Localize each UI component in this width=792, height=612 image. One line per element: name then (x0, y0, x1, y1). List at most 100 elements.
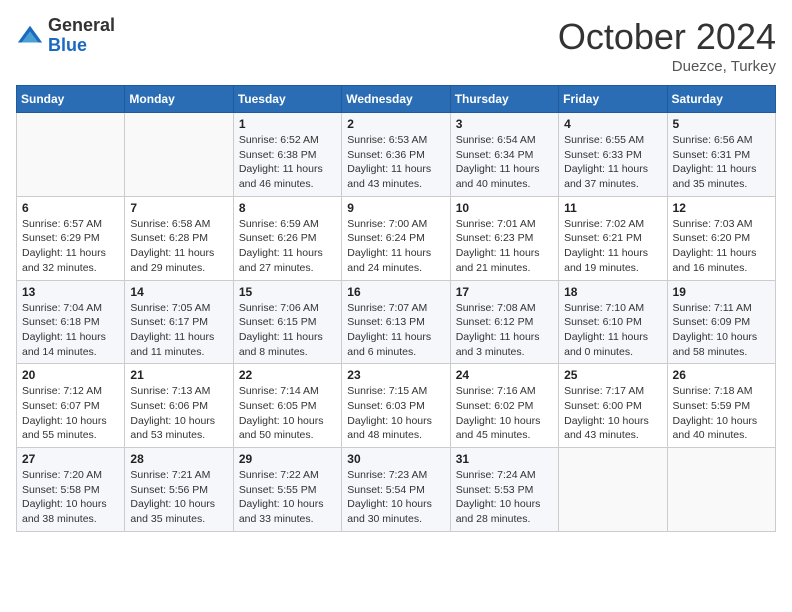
day-info: Sunrise: 6:58 AMSunset: 6:28 PMDaylight:… (130, 217, 227, 276)
day-info: Sunrise: 7:17 AMSunset: 6:00 PMDaylight:… (564, 384, 661, 443)
day-number: 16 (347, 285, 444, 299)
day-number: 17 (456, 285, 553, 299)
day-info: Sunrise: 6:52 AMSunset: 6:38 PMDaylight:… (239, 133, 336, 192)
calendar-cell: 7 Sunrise: 6:58 AMSunset: 6:28 PMDaylight… (125, 196, 233, 280)
calendar-cell: 1 Sunrise: 6:52 AMSunset: 6:38 PMDaylight… (233, 113, 341, 197)
day-number: 25 (564, 368, 661, 382)
calendar-cell: 22Sunrise: 7:14 AMSunset: 6:05 PMDayligh… (233, 364, 341, 448)
logo-blue-text: Blue (48, 36, 115, 56)
day-info: Sunrise: 7:03 AMSunset: 6:20 PMDaylight:… (673, 217, 770, 276)
calendar-week-row: 1 Sunrise: 6:52 AMSunset: 6:38 PMDaylight… (17, 113, 776, 197)
calendar-table: SundayMondayTuesdayWednesdayThursdayFrid… (16, 85, 776, 532)
day-info: Sunrise: 7:23 AMSunset: 5:54 PMDaylight:… (347, 468, 444, 527)
calendar-cell: 12 Sunrise: 7:03 AMSunset: 6:20 PMDayligh… (667, 196, 775, 280)
day-info: Sunrise: 7:02 AMSunset: 6:21 PMDaylight:… (564, 217, 661, 276)
calendar-cell (125, 113, 233, 197)
page-header: General Blue October 2024 Duezce, Turkey (16, 16, 776, 75)
calendar-cell: 13 Sunrise: 7:04 AMSunset: 6:18 PMDayligh… (17, 280, 125, 364)
calendar-cell (559, 448, 667, 532)
calendar-body: 1 Sunrise: 6:52 AMSunset: 6:38 PMDaylight… (17, 113, 776, 532)
day-number: 20 (22, 368, 119, 382)
day-number: 19 (673, 285, 770, 299)
day-number: 3 (456, 117, 553, 131)
calendar-cell: 10 Sunrise: 7:01 AMSunset: 6:23 PMDayligh… (450, 196, 558, 280)
calendar-cell: 24Sunrise: 7:16 AMSunset: 6:02 PMDayligh… (450, 364, 558, 448)
calendar-cell: 27 Sunrise: 7:20 AMSunset: 5:58 PMDayligh… (17, 448, 125, 532)
day-info: Sunrise: 7:01 AMSunset: 6:23 PMDaylight:… (456, 217, 553, 276)
day-info: Sunrise: 7:11 AMSunset: 6:09 PMDaylight:… (673, 301, 770, 360)
day-number: 9 (347, 201, 444, 215)
day-info: Sunrise: 7:04 AMSunset: 6:18 PMDaylight:… (22, 301, 119, 360)
logo-general-text: General (48, 16, 115, 36)
calendar-cell: 20Sunrise: 7:12 AMSunset: 6:07 PMDayligh… (17, 364, 125, 448)
calendar-cell: 11Sunrise: 7:02 AMSunset: 6:21 PMDayligh… (559, 196, 667, 280)
calendar-cell: 21Sunrise: 7:13 AMSunset: 6:06 PMDayligh… (125, 364, 233, 448)
day-info: Sunrise: 7:18 AMSunset: 5:59 PMDaylight:… (673, 384, 770, 443)
calendar-cell: 3Sunrise: 6:54 AMSunset: 6:34 PMDaylight… (450, 113, 558, 197)
day-number: 13 (22, 285, 119, 299)
weekday-header-tuesday: Tuesday (233, 86, 341, 113)
calendar-cell: 26 Sunrise: 7:18 AMSunset: 5:59 PMDayligh… (667, 364, 775, 448)
weekday-header-friday: Friday (559, 86, 667, 113)
calendar-cell: 5 Sunrise: 6:56 AMSunset: 6:31 PMDaylight… (667, 113, 775, 197)
weekday-header-monday: Monday (125, 86, 233, 113)
day-number: 30 (347, 452, 444, 466)
calendar-cell: 28Sunrise: 7:21 AMSunset: 5:56 PMDayligh… (125, 448, 233, 532)
weekday-header-saturday: Saturday (667, 86, 775, 113)
calendar-header: SundayMondayTuesdayWednesdayThursdayFrid… (17, 86, 776, 113)
day-number: 12 (673, 201, 770, 215)
weekday-header-wednesday: Wednesday (342, 86, 450, 113)
logo: General Blue (16, 16, 115, 56)
calendar-cell: 16Sunrise: 7:07 AMSunset: 6:13 PMDayligh… (342, 280, 450, 364)
day-number: 10 (456, 201, 553, 215)
day-number: 24 (456, 368, 553, 382)
day-info: Sunrise: 7:00 AMSunset: 6:24 PMDaylight:… (347, 217, 444, 276)
calendar-cell: 30 Sunrise: 7:23 AMSunset: 5:54 PMDayligh… (342, 448, 450, 532)
day-number: 14 (130, 285, 227, 299)
day-info: Sunrise: 7:05 AMSunset: 6:17 PMDaylight:… (130, 301, 227, 360)
day-number: 28 (130, 452, 227, 466)
day-info: Sunrise: 7:24 AMSunset: 5:53 PMDaylight:… (456, 468, 553, 527)
day-info: Sunrise: 6:53 AMSunset: 6:36 PMDaylight:… (347, 133, 444, 192)
calendar-week-row: 20Sunrise: 7:12 AMSunset: 6:07 PMDayligh… (17, 364, 776, 448)
day-number: 21 (130, 368, 227, 382)
day-number: 5 (673, 117, 770, 131)
logo-icon (16, 22, 44, 50)
day-number: 18 (564, 285, 661, 299)
day-number: 4 (564, 117, 661, 131)
day-number: 22 (239, 368, 336, 382)
weekday-header-thursday: Thursday (450, 86, 558, 113)
calendar-cell (17, 113, 125, 197)
logo-text: General Blue (48, 16, 115, 56)
title-area: October 2024 Duezce, Turkey (558, 16, 776, 75)
day-number: 7 (130, 201, 227, 215)
calendar-week-row: 6Sunrise: 6:57 AMSunset: 6:29 PMDaylight… (17, 196, 776, 280)
day-info: Sunrise: 6:56 AMSunset: 6:31 PMDaylight:… (673, 133, 770, 192)
calendar-cell (667, 448, 775, 532)
calendar-cell: 18 Sunrise: 7:10 AMSunset: 6:10 PMDayligh… (559, 280, 667, 364)
calendar-cell: 31 Sunrise: 7:24 AMSunset: 5:53 PMDayligh… (450, 448, 558, 532)
month-title: October 2024 (558, 16, 776, 58)
day-number: 27 (22, 452, 119, 466)
day-info: Sunrise: 6:59 AMSunset: 6:26 PMDaylight:… (239, 217, 336, 276)
calendar-cell: 8Sunrise: 6:59 AMSunset: 6:26 PMDaylight… (233, 196, 341, 280)
calendar-week-row: 27 Sunrise: 7:20 AMSunset: 5:58 PMDayligh… (17, 448, 776, 532)
day-number: 31 (456, 452, 553, 466)
calendar-cell: 6Sunrise: 6:57 AMSunset: 6:29 PMDaylight… (17, 196, 125, 280)
day-number: 1 (239, 117, 336, 131)
day-number: 23 (347, 368, 444, 382)
calendar-cell: 25 Sunrise: 7:17 AMSunset: 6:00 PMDayligh… (559, 364, 667, 448)
weekday-header-sunday: Sunday (17, 86, 125, 113)
day-info: Sunrise: 6:55 AMSunset: 6:33 PMDaylight:… (564, 133, 661, 192)
weekday-header-row: SundayMondayTuesdayWednesdayThursdayFrid… (17, 86, 776, 113)
calendar-cell: 19 Sunrise: 7:11 AMSunset: 6:09 PMDayligh… (667, 280, 775, 364)
day-number: 26 (673, 368, 770, 382)
day-info: Sunrise: 7:10 AMSunset: 6:10 PMDaylight:… (564, 301, 661, 360)
calendar-week-row: 13 Sunrise: 7:04 AMSunset: 6:18 PMDayligh… (17, 280, 776, 364)
location-text: Duezce, Turkey (558, 58, 776, 75)
day-info: Sunrise: 7:20 AMSunset: 5:58 PMDaylight:… (22, 468, 119, 527)
calendar-cell: 17Sunrise: 7:08 AMSunset: 6:12 PMDayligh… (450, 280, 558, 364)
calendar-cell: 23Sunrise: 7:15 AMSunset: 6:03 PMDayligh… (342, 364, 450, 448)
calendar-cell: 15Sunrise: 7:06 AMSunset: 6:15 PMDayligh… (233, 280, 341, 364)
day-number: 29 (239, 452, 336, 466)
